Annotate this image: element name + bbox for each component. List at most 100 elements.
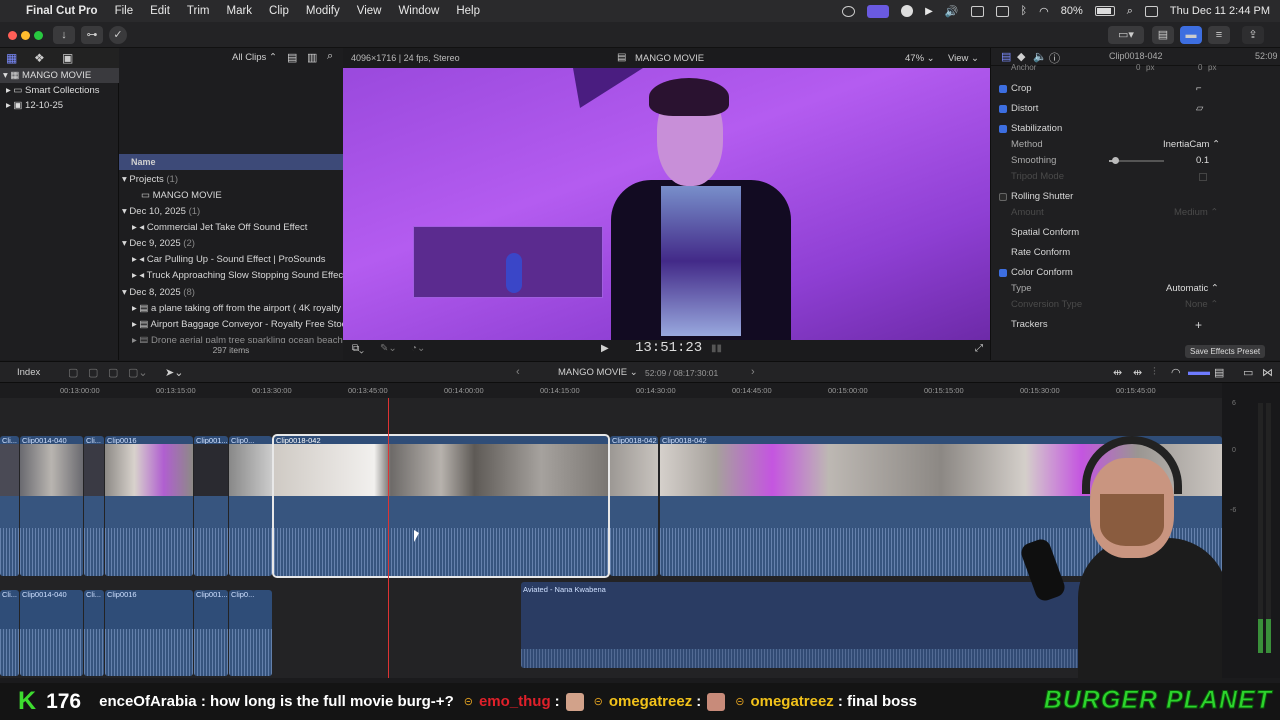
bluetooth-icon[interactable]: ᛒ xyxy=(1021,5,1028,17)
select-tool-icon[interactable]: ➤⌄ xyxy=(165,366,183,379)
smart-collections-item[interactable]: ▸ ▭ Smart Collections xyxy=(0,83,119,98)
color-inspector-icon[interactable]: ◆ xyxy=(1017,50,1025,63)
audio-inspector-icon[interactable]: 🔈 xyxy=(1033,50,1047,63)
disclosure-right-icon[interactable]: ▸ xyxy=(6,85,11,96)
workspace-icon[interactable]: ▭▾ xyxy=(1108,26,1144,44)
snapping-icon[interactable]: ⫶ xyxy=(1153,366,1156,379)
list-item[interactable]: ▸ ▤ Drone aerial palm tree sparkling oce… xyxy=(119,333,343,343)
solo-icon[interactable]: ▬▬ xyxy=(1188,366,1210,378)
clip-skimming-icon[interactable]: ⇹ xyxy=(1133,366,1142,379)
rolling-shutter-checkbox[interactable] xyxy=(999,193,1007,201)
disclosure-right-icon[interactable]: ▸ xyxy=(132,319,137,330)
audio-skimming-icon[interactable]: ◠ xyxy=(1171,366,1181,379)
disclosure-right-icon[interactable]: ▸ xyxy=(132,254,137,265)
trackers-section[interactable]: Trackers + xyxy=(991,317,1280,333)
zoom-to-fit-icon[interactable]: ⇹ xyxy=(1113,366,1122,379)
color-conform-section[interactable]: Color Conform xyxy=(991,265,1280,281)
clip-filter-dropdown[interactable]: All Clips ⌃ xyxy=(232,52,277,63)
group-dec-10[interactable]: ▾ Dec 10, 2025 (1) xyxy=(119,204,343,220)
audio-clip[interactable]: Clip0014-040 xyxy=(20,590,83,676)
timeline-clip[interactable]: Clip0... xyxy=(229,436,272,576)
timeline-clip[interactable]: Clip0016 xyxy=(105,436,193,576)
crop-icon[interactable]: ⌐ xyxy=(1196,81,1202,97)
titles-icon[interactable]: ▣ xyxy=(62,51,73,65)
audio-clip[interactable]: Cli... xyxy=(84,590,104,676)
disclosure-right-icon[interactable]: ▸ xyxy=(6,100,11,111)
crop-section[interactable]: Crop ⌐ xyxy=(991,81,1280,97)
disclosure-down-icon[interactable]: ▾ xyxy=(122,287,127,298)
disclosure-right-icon[interactable]: ▸ xyxy=(132,270,137,281)
close-window-button[interactable] xyxy=(8,31,17,40)
list-item[interactable]: ▸ ◂ Car Pulling Up - Sound Effect | ProS… xyxy=(119,252,343,268)
libraries-icon[interactable]: ▦ xyxy=(6,51,17,65)
menu-edit[interactable]: Edit xyxy=(150,5,170,17)
audio-clip[interactable]: Clip0016 xyxy=(105,590,193,676)
background-tasks-icon[interactable]: ✓ xyxy=(109,26,127,44)
timeline-clip[interactable]: Clip0014-040 xyxy=(20,436,83,576)
inspector-toggle-icon[interactable]: ≡ xyxy=(1208,26,1230,44)
group-dec-9[interactable]: ▾ Dec 9, 2025 (2) xyxy=(119,236,343,252)
timeline-clip[interactable]: Cli... xyxy=(0,436,19,576)
speed-icon[interactable]: ◔⌄ xyxy=(411,343,425,354)
wifi-icon[interactable]: ◠ xyxy=(1039,5,1049,18)
list-item[interactable]: ▸ ◂ Truck Approaching Slow Stopping Soun… xyxy=(119,268,343,284)
battery-icon[interactable] xyxy=(1094,6,1115,16)
save-effects-preset-button[interactable]: Save Effects Preset xyxy=(1185,345,1266,358)
volume-icon[interactable]: 🔊 xyxy=(945,5,959,18)
audio-clip[interactable]: Clip001... xyxy=(194,590,228,676)
view-dropdown[interactable]: View ⌄ xyxy=(948,53,979,64)
add-tracker-icon[interactable]: + xyxy=(1195,317,1202,333)
transform-icon[interactable]: ⧉⌄ xyxy=(352,343,364,354)
disclosure-down-icon[interactable]: ▾ xyxy=(122,206,127,217)
control-center-icon[interactable] xyxy=(1144,5,1158,17)
amount-dropdown[interactable]: Medium ⌃ xyxy=(1174,205,1218,221)
menu-clip[interactable]: Clip xyxy=(269,5,289,17)
connect-clip-icon[interactable]: ▢ xyxy=(68,366,78,379)
timeline-clip[interactable]: Clip001... xyxy=(194,436,228,576)
import-icon[interactable]: ↓ xyxy=(53,26,75,44)
menu-window[interactable]: Window xyxy=(398,5,439,17)
menu-view[interactable]: View xyxy=(357,5,382,17)
disclosure-right-icon[interactable]: ▸ xyxy=(132,303,137,314)
clip-appearance-icon[interactable]: ▤ xyxy=(1214,366,1224,379)
color-conform-checkbox[interactable] xyxy=(999,269,1007,277)
disclosure-down-icon[interactable]: ▾ xyxy=(122,174,127,185)
distort-checkbox[interactable] xyxy=(999,105,1007,113)
fullscreen-icon[interactable]: ⤢ xyxy=(975,343,983,354)
distort-icon[interactable]: ▱ xyxy=(1196,101,1203,117)
clip-appearance-icon[interactable]: ▥ xyxy=(307,51,317,64)
insert-clip-icon[interactable]: ▢ xyxy=(88,366,98,379)
search-icon[interactable]: ⌕ xyxy=(1127,5,1133,18)
rolling-shutter-section[interactable]: Rolling Shutter xyxy=(991,189,1280,205)
disclosure-right-icon[interactable]: ▸ xyxy=(132,335,137,343)
list-item[interactable]: ▭ MANGO MOVIE xyxy=(119,188,343,204)
anchor-y-value[interactable]: 0 xyxy=(1198,64,1202,72)
selected-timeline-clip[interactable]: Clip0018-042 xyxy=(272,434,610,578)
distort-section[interactable]: Distort ▱ xyxy=(991,101,1280,117)
column-name-header[interactable]: Name xyxy=(119,154,343,170)
timeline-clip[interactable]: Clip0018-042 xyxy=(610,436,658,576)
library-toggle-icon[interactable]: ▤ xyxy=(1152,26,1174,44)
library-item[interactable]: ▾ ▦ MANGO MOVIE xyxy=(0,68,119,83)
record-icon[interactable] xyxy=(901,5,914,17)
play-button[interactable]: ▶ xyxy=(601,343,609,354)
list-item[interactable]: ▸ ▤ Airport Baggage Conveyor - Royalty F… xyxy=(119,317,343,333)
spatial-conform-section[interactable]: Spatial Conform xyxy=(991,225,1280,241)
search-icon[interactable]: ⌕ xyxy=(327,50,333,63)
tripod-checkbox[interactable] xyxy=(1199,173,1207,181)
audio-clip[interactable]: Cli... xyxy=(0,590,19,676)
index-button[interactable]: Index xyxy=(17,367,40,378)
group-dec-8[interactable]: ▾ Dec 8, 2025 (8) xyxy=(119,285,343,301)
enhance-icon[interactable]: ✎⌄ xyxy=(380,343,397,354)
append-clip-icon[interactable]: ▢ xyxy=(108,366,118,379)
event-item[interactable]: ▸ ▣ 12-10-25 xyxy=(0,98,119,113)
timeline-clip[interactable]: Cli... xyxy=(84,436,104,576)
minimize-window-button[interactable] xyxy=(21,31,30,40)
stabilization-checkbox[interactable] xyxy=(999,125,1007,133)
effects-browser-icon[interactable]: ▭ xyxy=(1243,366,1253,379)
audio-clip[interactable]: Clip0... xyxy=(229,590,272,676)
list-item[interactable]: ▸ ▤ a plane taking off from the airport … xyxy=(119,301,343,317)
anchor-x-value[interactable]: 0 xyxy=(1136,64,1140,72)
photos-icon[interactable]: ❖ xyxy=(34,51,45,65)
list-item[interactable]: ▸ ◂ Commercial Jet Take Off Sound Effect xyxy=(119,220,343,236)
